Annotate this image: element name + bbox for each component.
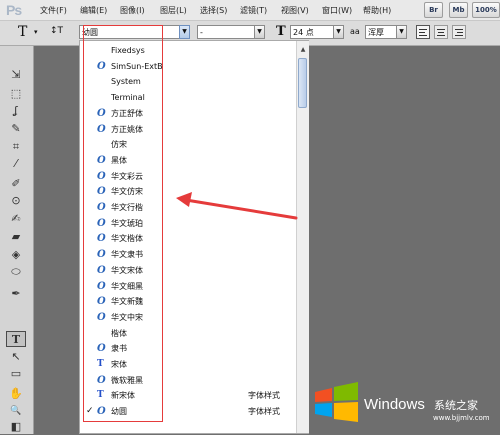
watermark-url: www.bjjmlv.com xyxy=(433,414,490,422)
watermark-subtitle: 系统之家 xyxy=(434,399,478,412)
windows-logo-icon xyxy=(315,382,358,422)
annotation-arrow-icon xyxy=(176,192,298,220)
watermark-title: Windows xyxy=(364,396,425,413)
